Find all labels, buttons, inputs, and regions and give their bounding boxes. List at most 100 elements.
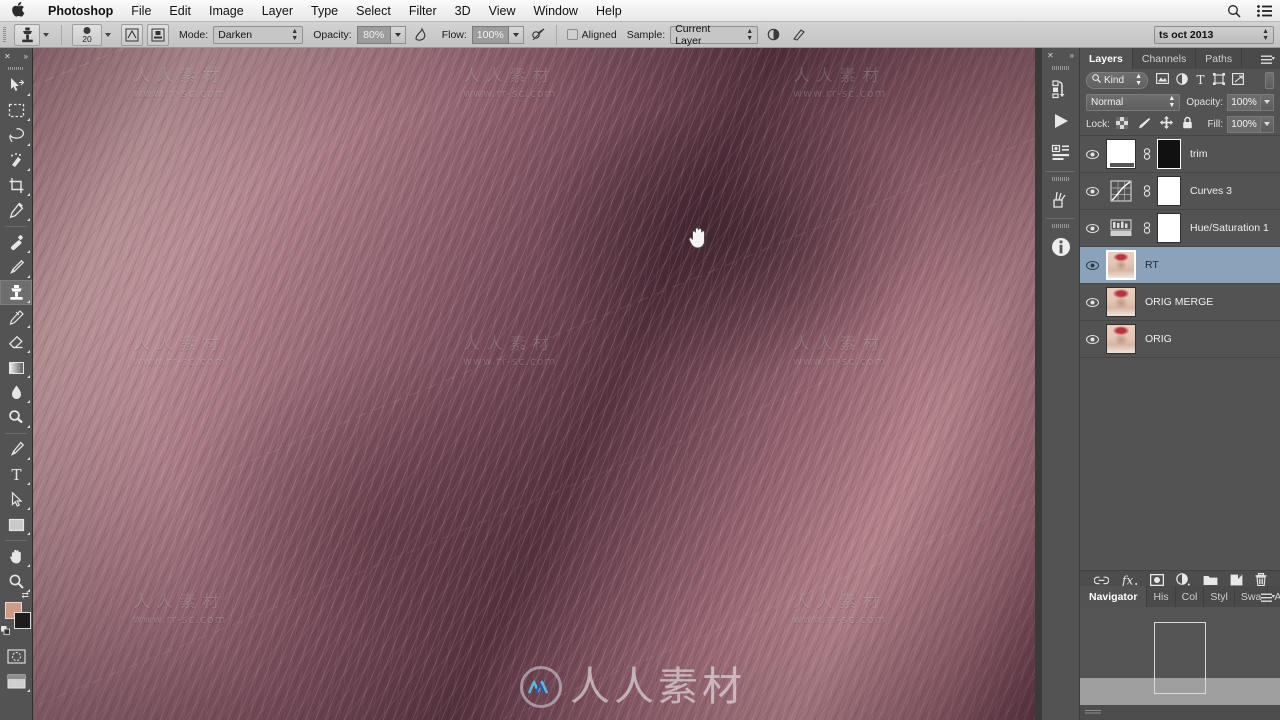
- dock-close-icon[interactable]: ✕: [1047, 51, 1054, 60]
- airbrush-icon[interactable]: [528, 24, 550, 46]
- layer-name[interactable]: Hue/Saturation 1: [1190, 222, 1269, 234]
- type-layer-filter-icon[interactable]: T: [1195, 73, 1206, 88]
- table-row[interactable]: Hue/Saturation 1: [1080, 210, 1280, 247]
- tab-paths[interactable]: Paths: [1196, 48, 1243, 69]
- fill-dropdown-icon[interactable]: [1261, 115, 1274, 133]
- layer-thumbnail[interactable]: [1106, 139, 1136, 169]
- layer-name[interactable]: RT: [1145, 259, 1159, 271]
- smart-object-filter-icon[interactable]: [1232, 72, 1244, 88]
- aligned-checkbox[interactable]: Aligned: [566, 29, 617, 41]
- menu-file[interactable]: File: [122, 0, 160, 22]
- flow-dropdown-icon[interactable]: [508, 25, 524, 44]
- tab-channels[interactable]: Channels: [1133, 48, 1197, 69]
- menu-3d[interactable]: 3D: [446, 0, 480, 22]
- layer-filter-kind-select[interactable]: Kind ▲ ▼: [1086, 71, 1148, 89]
- tab-styles[interactable]: Styl: [1204, 586, 1235, 607]
- pressure-opacity-icon[interactable]: [410, 24, 432, 46]
- screen-mode-icon[interactable]: [0, 669, 32, 694]
- clone-source-icon[interactable]: [147, 23, 169, 46]
- layer-thumbnail[interactable]: [1106, 176, 1136, 206]
- healing-brush-tool[interactable]: [0, 230, 32, 255]
- brush-panel-icon[interactable]: [121, 23, 143, 46]
- layer-name[interactable]: Curves 3: [1190, 185, 1232, 197]
- table-row[interactable]: ORIG: [1080, 321, 1280, 358]
- layer-name[interactable]: trim: [1190, 148, 1208, 160]
- layer-blend-mode-select[interactable]: Normal ▲ ▼: [1086, 93, 1181, 111]
- layer-mask-link-icon[interactable]: [1141, 185, 1152, 197]
- move-tool[interactable]: [0, 73, 32, 98]
- quick-selection-tool[interactable]: [0, 148, 32, 173]
- tools-expand-icon[interactable]: »: [24, 52, 28, 61]
- actions-play-icon[interactable]: [1042, 105, 1079, 137]
- table-row[interactable]: Curves 3: [1080, 173, 1280, 210]
- dock-expand-icon[interactable]: »: [1070, 51, 1074, 60]
- shape-layer-filter-icon[interactable]: [1213, 72, 1225, 88]
- filter-toggle-icon[interactable]: [1265, 71, 1274, 89]
- layer-mask-thumbnail[interactable]: [1157, 213, 1181, 243]
- quick-mask-icon[interactable]: [0, 644, 32, 669]
- blur-tool[interactable]: [0, 380, 32, 405]
- apple-menu-icon[interactable]: [12, 1, 25, 19]
- layer-thumbnail[interactable]: [1106, 287, 1136, 317]
- layer-visibility-toggle[interactable]: [1084, 334, 1101, 344]
- fill-input[interactable]: 100%: [1227, 115, 1261, 133]
- menu-image[interactable]: Image: [200, 0, 253, 22]
- history-icon[interactable]: [1042, 73, 1079, 105]
- layer-mask-thumbnail[interactable]: [1157, 176, 1181, 206]
- brush-presets-icon[interactable]: [1042, 184, 1079, 216]
- search-icon[interactable]: [1227, 4, 1241, 18]
- menu-window[interactable]: Window: [525, 0, 587, 22]
- clone-stamp-tool[interactable]: [0, 280, 32, 305]
- swap-colors-icon[interactable]: ⇄: [21, 590, 29, 601]
- tools-panel-grip[interactable]: [0, 64, 32, 73]
- pixel-layer-filter-icon[interactable]: [1156, 73, 1169, 87]
- eraser-tool[interactable]: [0, 330, 32, 355]
- layer-visibility-toggle[interactable]: [1084, 223, 1101, 233]
- tab-color[interactable]: Col: [1176, 586, 1205, 607]
- dock-grip-1[interactable]: [1042, 63, 1079, 73]
- panel-menu-icon[interactable]: [1261, 591, 1275, 602]
- layer-opacity-input[interactable]: 100%: [1227, 93, 1261, 111]
- blend-mode-select[interactable]: Darken ▲ ▼: [213, 25, 304, 44]
- menu-help[interactable]: Help: [587, 0, 631, 22]
- menu-view[interactable]: View: [480, 0, 525, 22]
- options-bar-grip[interactable]: [0, 22, 8, 48]
- tab-layers[interactable]: Layers: [1080, 48, 1133, 69]
- clone-stamp-icon[interactable]: [14, 23, 40, 46]
- menu-edit[interactable]: Edit: [160, 0, 200, 22]
- layer-visibility-toggle[interactable]: [1084, 260, 1101, 270]
- sample-select[interactable]: Current Layer ▲ ▼: [670, 23, 759, 47]
- dodge-tool[interactable]: [0, 405, 32, 430]
- flow-input[interactable]: 100%: [471, 25, 509, 44]
- table-row[interactable]: trim: [1080, 136, 1280, 173]
- layer-mask-thumbnail[interactable]: [1157, 139, 1181, 169]
- pen-tool[interactable]: [0, 437, 32, 462]
- ignore-adjustment-icon[interactable]: [762, 24, 784, 46]
- brush-preset-chevron-icon[interactable]: [105, 32, 111, 37]
- adjustment-layer-filter-icon[interactable]: [1176, 72, 1188, 88]
- layer-thumbnail[interactable]: [1106, 250, 1136, 280]
- layer-mask-link-icon[interactable]: [1141, 148, 1152, 160]
- menu-type[interactable]: Type: [302, 0, 347, 22]
- gradient-tool[interactable]: [0, 355, 32, 380]
- table-row[interactable]: ORIG MERGE: [1080, 284, 1280, 321]
- menu-layer[interactable]: Layer: [253, 0, 302, 22]
- workspace-select[interactable]: ts oct 2013 ▲ ▼: [1154, 26, 1274, 44]
- background-color-swatch[interactable]: [14, 612, 31, 629]
- document-canvas[interactable]: 人人素材 www.rr-sc.com 人人素材 www.rr-sc.com 人人…: [33, 48, 1035, 720]
- lock-image-icon[interactable]: [1137, 117, 1151, 132]
- tools-close-icon[interactable]: ✕: [4, 52, 11, 61]
- info-icon[interactable]: [1042, 231, 1079, 263]
- table-row[interactable]: RT: [1080, 247, 1280, 284]
- path-selection-tool[interactable]: [0, 487, 32, 512]
- layer-thumbnail[interactable]: [1106, 324, 1136, 354]
- properties-icon[interactable]: [1042, 137, 1079, 169]
- lasso-tool[interactable]: [0, 123, 32, 148]
- lock-transparency-icon[interactable]: [1115, 116, 1128, 132]
- navigator-preview[interactable]: [1080, 607, 1280, 720]
- tab-history[interactable]: His: [1147, 586, 1176, 607]
- menu-select[interactable]: Select: [347, 0, 400, 22]
- opacity-input[interactable]: 80%: [356, 25, 391, 44]
- layer-name[interactable]: ORIG MERGE: [1145, 296, 1213, 308]
- rectangle-shape-tool[interactable]: [0, 512, 32, 537]
